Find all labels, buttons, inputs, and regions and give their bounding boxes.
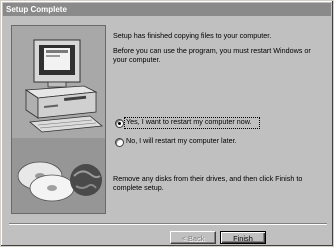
- radio-selected-dot: [118, 122, 121, 125]
- back-button[interactable]: < Back: [170, 231, 216, 244]
- window-title: Setup Complete: [6, 5, 67, 14]
- restart-info-text-line2: your computer.: [113, 55, 161, 64]
- restart-now-radio[interactable]: [115, 119, 124, 128]
- restart-now-label[interactable]: Yes, I want to restart my computer now.: [126, 117, 252, 126]
- setup-complete-dialog: Setup Complete Setup has finished copyin…: [0, 0, 334, 247]
- computer-disks-icon: [12, 26, 105, 213]
- title-bar: Setup Complete: [3, 3, 331, 16]
- button-separator: [9, 223, 327, 225]
- restart-later-label[interactable]: No, I will restart my computer later.: [126, 136, 237, 145]
- setup-finished-text: Setup has finished copying files to your…: [113, 31, 272, 40]
- remove-disks-text-line2: complete setup.: [113, 183, 164, 192]
- finish-button[interactable]: Finish: [220, 231, 266, 244]
- computer-illustration: [11, 25, 106, 214]
- restart-later-radio[interactable]: [115, 138, 124, 147]
